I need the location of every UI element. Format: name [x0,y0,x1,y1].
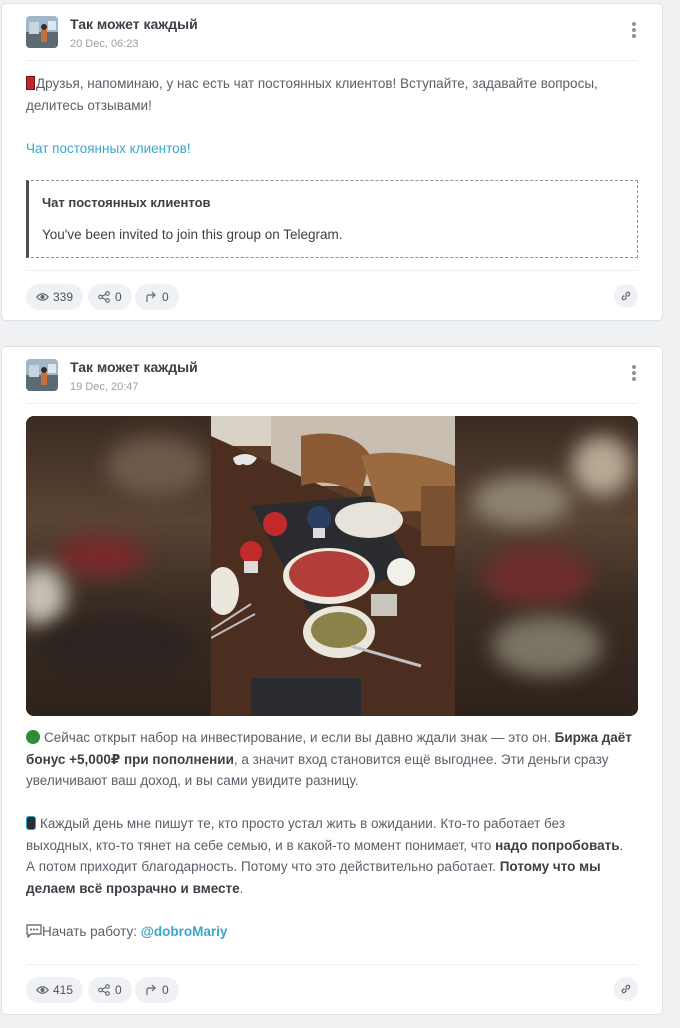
forward-icon [146,984,156,995]
share-icon [98,984,110,996]
channel-name[interactable]: Так может каждый [70,359,198,375]
eye-icon [36,986,49,994]
divider [26,964,638,965]
more-vertical-icon[interactable] [628,22,640,42]
copy-link-button[interactable] [614,284,638,308]
post-header: Так может каждый 19 Dec, 20:47 [26,359,638,407]
post-footer: 415 0 0 [26,977,638,1003]
post-date: 20 Dec, 06:23 [70,38,139,50]
chat-link[interactable]: Чат постоянных клиентов! [26,141,191,156]
divider [26,270,638,271]
channel-name[interactable]: Так может каждый [70,16,198,32]
channel-avatar[interactable] [26,16,58,48]
divider [26,60,638,61]
post-card: Так может каждый 20 Dec, 06:23 Друзья, н… [1,3,663,321]
channel-avatar[interactable] [26,359,58,391]
link-preview[interactable]: Чат постоянных клиентов You've been invi… [26,180,638,258]
forward-icon [146,291,156,302]
post-header: Так может каждый 20 Dec, 06:23 [26,16,638,64]
share-icon [98,291,110,303]
post-text: Друзья, напоминаю, у нас есть чат постоя… [26,76,598,113]
preview-description: You've been invited to join this group o… [42,227,343,242]
post-photo[interactable] [26,416,638,716]
shares-badge[interactable]: 0 [88,284,132,310]
money-icon [26,730,40,744]
speech-bubble-icon [26,924,42,939]
link-icon [621,984,631,994]
forwards-badge[interactable]: 0 [135,977,179,1003]
shares-badge[interactable]: 0 [88,977,132,1003]
more-vertical-icon[interactable] [628,365,640,385]
copy-link-button[interactable] [614,977,638,1001]
photo-food-table [211,416,455,716]
post-link-line: Чат постоянных клиентов! [26,138,634,160]
post-paragraph-2: Каждый день мне пишут те, кто просто уст… [26,816,624,896]
link-icon [621,291,631,301]
post-date: 19 Dec, 20:47 [70,381,139,393]
post-footer: 339 0 0 [26,284,638,310]
preview-title: Чат постоянных клиентов [42,195,211,210]
post-card: Так может каждый 19 Dec, 20:47 Сейчас от… [1,346,663,1015]
photo-blur-left [26,416,212,716]
forwards-badge[interactable]: 0 [135,284,179,310]
red-marker-icon [26,76,35,90]
divider [26,403,638,404]
post-cta: Начать работу: @dobroMariy [26,921,634,943]
photo-blur-right [452,416,638,716]
eye-icon [36,293,49,301]
views-badge: 415 [26,977,84,1003]
mention-link[interactable]: @dobroMariy [141,924,228,939]
phone-icon [26,816,36,830]
views-badge: 339 [26,284,84,310]
post-paragraph-1: Сейчас открыт набор на инвестирование, и… [26,730,632,788]
